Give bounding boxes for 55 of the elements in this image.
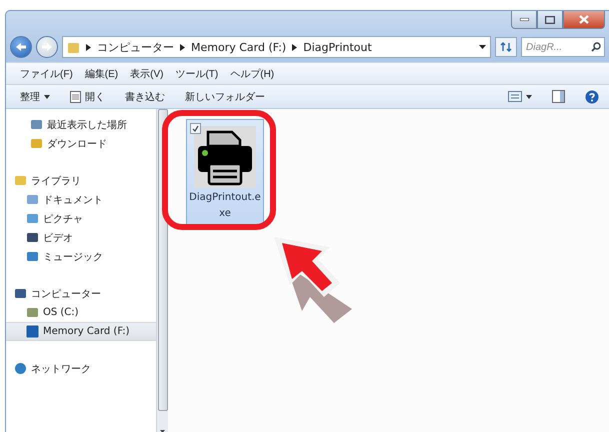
breadcrumb[interactable]: コンピューター	[97, 40, 174, 54]
refresh-button[interactable]	[495, 37, 517, 57]
nav-item[interactable]: OS (C:)	[6, 303, 156, 322]
view-icon	[508, 91, 522, 102]
check-icon	[192, 125, 199, 132]
chevron-icon	[292, 44, 298, 50]
nav-item[interactable]: ビデオ	[6, 228, 156, 247]
minimize-button[interactable]	[511, 11, 537, 29]
toolbar-button[interactable]: 開く	[70, 90, 105, 104]
nav-item[interactable]: コンピューター	[6, 284, 156, 303]
back-button[interactable]	[10, 36, 32, 58]
breadcrumb[interactable]: Memory Card (F:)	[191, 40, 286, 54]
nav-item[interactable]: ライブラリ	[6, 171, 156, 190]
nav-item[interactable]: 最近表示した場所	[6, 115, 156, 134]
forward-arrow-icon	[41, 42, 53, 52]
caret-icon	[44, 94, 50, 98]
search-icon	[591, 42, 601, 52]
file-name: DiagPrintout.exe	[189, 191, 261, 221]
minimize-icon	[520, 18, 528, 21]
file-item[interactable]: DiagPrintout.exe	[186, 119, 264, 225]
maximize-icon	[545, 16, 555, 24]
address-bar[interactable]: コンピューター Memory Card (F:) DiagPrintout	[62, 36, 491, 58]
nav-item[interactable]: ミュージック	[6, 247, 156, 266]
menu-item[interactable]: ツール(T)	[175, 66, 218, 80]
toolbar-button[interactable]: 書き込む	[125, 90, 165, 104]
nav-item[interactable]: Memory Card (F:)	[6, 322, 156, 341]
preview-pane-button[interactable]	[552, 90, 565, 103]
refresh-icon	[500, 41, 512, 53]
checkbox[interactable]	[190, 123, 201, 134]
nav-item[interactable]: ピクチャ	[6, 209, 156, 228]
view-options-button[interactable]	[508, 91, 532, 102]
menu-item[interactable]: ファイル(F)	[20, 66, 73, 80]
nav-item[interactable]: ドキュメント	[6, 190, 156, 209]
search-field[interactable]: DiagR...	[521, 37, 605, 57]
chevron-icon	[86, 44, 91, 50]
nav-item[interactable]: ダウンロード	[6, 134, 156, 153]
caret-icon	[526, 94, 532, 98]
breadcrumb[interactable]: DiagPrintout	[303, 40, 372, 54]
help-button[interactable]	[585, 90, 599, 104]
toolbar-button[interactable]: 整理	[20, 90, 50, 104]
close-button[interactable]	[563, 11, 605, 29]
back-arrow-icon	[15, 42, 27, 52]
nav-item[interactable]: ネットワーク	[6, 359, 156, 378]
menu-item[interactable]: ヘルプ(H)	[230, 66, 274, 80]
close-icon	[579, 15, 589, 24]
dropdown-caret-icon	[479, 45, 486, 49]
maximize-button[interactable]	[537, 11, 563, 29]
printer-icon	[194, 126, 256, 188]
help-icon	[585, 90, 599, 104]
toolbar-button[interactable]: 新しいフォルダー	[185, 90, 265, 104]
chevron-icon	[180, 44, 185, 50]
menu-item[interactable]: 表示(V)	[130, 66, 164, 80]
pane-icon	[552, 90, 565, 103]
menu-item[interactable]: 編集(E)	[84, 66, 118, 80]
forward-button[interactable]	[36, 36, 58, 58]
